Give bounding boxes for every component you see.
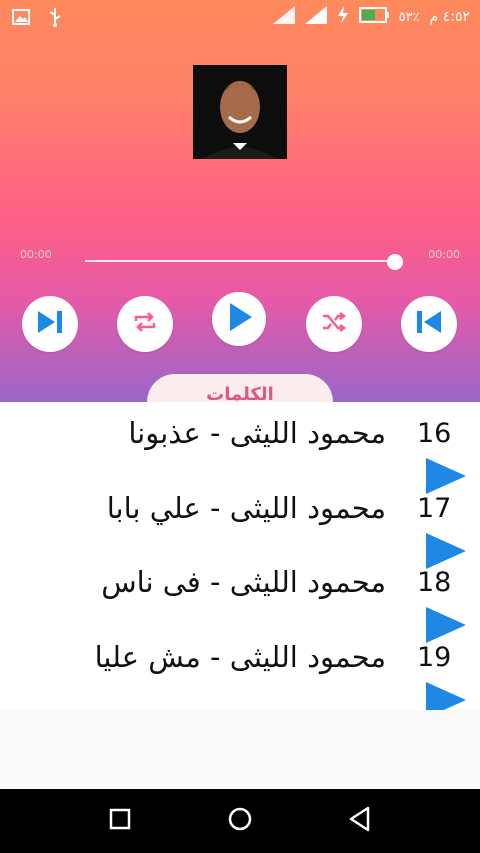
repeat-icon (132, 311, 158, 337)
play-icon (224, 301, 254, 337)
battery-percent: ٥٣٪ (398, 9, 420, 25)
signal-icon (304, 6, 327, 28)
shuffle-button[interactable] (306, 296, 362, 352)
song-number: 18 (417, 567, 452, 598)
recents-icon (109, 808, 131, 834)
song-title: محمود الليثى - علي بابا (106, 491, 386, 525)
player-panel: ٥٣٪ ٤:٥٢ م 00:00 00:00 الكلمات (0, 0, 480, 430)
repeat-button[interactable] (117, 296, 173, 352)
song-title: محمود الليثى - فى ناس (101, 565, 386, 599)
song-number: 17 (417, 493, 452, 524)
home-button[interactable] (226, 807, 254, 835)
image-icon (12, 9, 30, 29)
clock: ٤:٥٢ م (429, 9, 470, 25)
song-list: 16 محمود الليثى - عذبونا 17 محمود الليثى… (0, 402, 480, 710)
usb-icon (48, 7, 62, 31)
charging-icon (337, 6, 349, 28)
next-icon (35, 308, 65, 340)
song-number: 19 (417, 642, 452, 673)
navigation-bar (0, 789, 480, 853)
next-button[interactable] (22, 296, 78, 352)
list-item[interactable]: 17 محمود الليثى - علي بابا (0, 489, 480, 569)
seek-bar[interactable] (85, 260, 395, 262)
list-item[interactable]: 19 محمود الليثى - مش عليا (0, 638, 480, 710)
status-bar: ٥٣٪ ٤:٥٢ م (0, 0, 480, 34)
song-title: محمود الليثى - مش عليا (94, 640, 386, 674)
back-icon (348, 806, 372, 836)
home-icon (227, 806, 253, 836)
seek-handle[interactable] (387, 254, 403, 270)
elapsed-time: 00:00 (20, 248, 52, 261)
signal-icon (272, 6, 295, 28)
song-title: محمود الليثى - عذبونا (128, 416, 386, 450)
play-button[interactable] (212, 292, 266, 346)
previous-button[interactable] (401, 296, 457, 352)
total-time: 00:00 (428, 248, 460, 261)
album-art (193, 65, 287, 159)
shuffle-icon (321, 311, 347, 337)
back-button[interactable] (346, 806, 374, 836)
play-icon[interactable] (424, 680, 468, 710)
battery-icon (358, 7, 389, 27)
previous-icon (414, 308, 444, 340)
song-number: 16 (417, 418, 452, 449)
list-item[interactable]: 18 محمود الليثى - فى ناس (0, 563, 480, 643)
list-item[interactable]: 16 محمود الليثى - عذبونا (0, 414, 480, 494)
recents-button[interactable] (106, 807, 134, 835)
